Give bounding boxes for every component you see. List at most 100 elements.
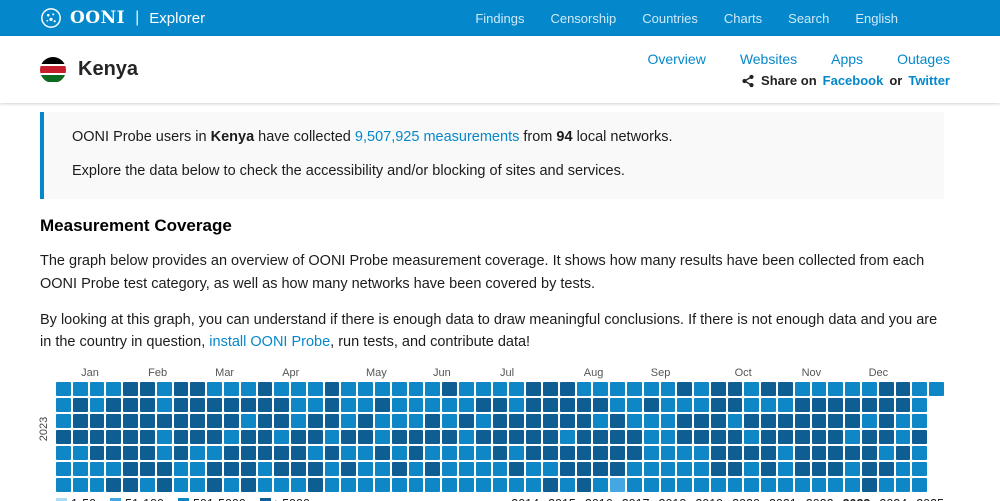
nav-link-countries[interactable]: Countries <box>642 11 698 26</box>
heatmap-cell <box>257 397 273 412</box>
heatmap-cell <box>862 477 877 492</box>
heatmap-cell <box>274 413 290 428</box>
heatmap-cell <box>509 397 525 412</box>
heatmap-cell <box>878 413 894 428</box>
tab-overview[interactable]: Overview <box>647 51 705 67</box>
heatmap-cell <box>459 429 474 444</box>
heatmap-cell <box>610 461 625 476</box>
year-2020[interactable]: 2020 <box>732 497 760 501</box>
coverage-paragraph-1: The graph below provides an overview of … <box>40 253 925 292</box>
heatmap-cell <box>626 381 642 396</box>
heatmap-cell <box>123 413 138 428</box>
heatmap-cell <box>106 445 122 460</box>
heatmap-cell <box>425 477 441 492</box>
heatmap-cell <box>828 413 844 428</box>
heatmap-cell <box>845 477 861 492</box>
nav-link-search[interactable]: Search <box>788 11 829 26</box>
heatmap-cell <box>442 477 458 492</box>
tab-websites[interactable]: Websites <box>740 51 797 67</box>
heatmap-cell <box>459 477 474 492</box>
heatmap-cell <box>761 461 777 476</box>
year-2021[interactable]: 2021 <box>769 497 797 501</box>
heatmap-cell <box>778 397 793 412</box>
summary-networks: 94 <box>556 129 573 145</box>
heatmap-cell <box>425 381 441 396</box>
ooni-octopus-logo-icon <box>41 8 61 28</box>
nav-link-censorship[interactable]: Censorship <box>550 11 616 26</box>
heatmap-cell <box>660 381 676 396</box>
year-2024[interactable]: 2024 <box>879 497 907 501</box>
heatmap-cell <box>895 445 911 460</box>
main-content: OONI Probe users in Kenya have collected… <box>0 112 1000 501</box>
install-ooni-probe-link[interactable]: install OONI Probe <box>209 334 330 350</box>
heatmap-cell <box>559 429 575 444</box>
heatmap-cell <box>341 477 357 492</box>
heatmap-cell <box>475 381 491 396</box>
year-2023[interactable]: 2023 <box>843 497 871 501</box>
heatmap-cell <box>862 445 877 460</box>
share-twitter-link[interactable]: Twitter <box>908 73 950 88</box>
heatmap-cell <box>408 429 424 444</box>
ooni-brand[interactable]: OONI | Explorer <box>40 7 205 29</box>
month-label-jun: Jun <box>432 366 451 379</box>
heatmap-cell <box>878 477 894 492</box>
heatmap-cell <box>727 477 743 492</box>
year-2022[interactable]: 2022 <box>806 497 834 501</box>
year-2015[interactable]: 2015 <box>548 497 576 501</box>
year-2014[interactable]: 2014 <box>511 497 539 501</box>
heatmap-cell <box>828 397 844 412</box>
heatmap-cell <box>391 429 407 444</box>
heatmap-cell <box>240 381 256 396</box>
heatmap-cell <box>358 477 374 492</box>
nav-link-english[interactable]: English <box>855 11 898 26</box>
heatmap-cell <box>123 381 138 396</box>
heatmap-cell <box>274 445 290 460</box>
month-axis: Jan Feb Mar Apr May Jun Jul Aug Sep Oct Nov Dec <box>56 367 944 382</box>
heatmap-cell <box>576 477 592 492</box>
nav-link-findings[interactable]: Findings <box>475 11 524 26</box>
coverage-grid <box>56 381 944 492</box>
tab-apps[interactable]: Apps <box>831 51 863 67</box>
heatmap-cell <box>475 413 491 428</box>
tab-outages[interactable]: Outages <box>897 51 950 67</box>
heatmap-cell <box>72 445 88 460</box>
heatmap-cell <box>778 413 793 428</box>
year-2016[interactable]: 2016 <box>585 497 613 501</box>
heatmap-cell <box>173 397 189 412</box>
heatmap-cell <box>156 477 172 492</box>
heatmap-cell <box>895 461 911 476</box>
heatmap-cell <box>291 477 306 492</box>
heatmap-cell <box>626 413 642 428</box>
heatmap-cell <box>375 381 390 396</box>
measurements-link[interactable]: 9,507,925 measurements <box>355 129 519 145</box>
heatmap-cell <box>610 477 625 492</box>
heatmap-cell <box>542 381 558 396</box>
heatmap-cell <box>291 397 306 412</box>
year-2019[interactable]: 2019 <box>695 497 723 501</box>
heatmap-cell <box>190 429 206 444</box>
heatmap-cell <box>845 397 861 412</box>
heatmap-cell <box>811 397 827 412</box>
heatmap-cell <box>291 461 306 476</box>
nav-link-charts[interactable]: Charts <box>724 11 762 26</box>
heatmap-cell <box>324 381 340 396</box>
heatmap-cell <box>240 397 256 412</box>
legend-item-150: 1-50 <box>56 497 96 501</box>
share-facebook-link[interactable]: Facebook <box>823 73 884 88</box>
heatmap-cell <box>794 413 810 428</box>
year-2018[interactable]: 2018 <box>659 497 687 501</box>
heatmap-cell <box>257 413 273 428</box>
heatmap-cell <box>307 445 323 460</box>
heatmap-cell <box>727 413 743 428</box>
heatmap-cell <box>727 445 743 460</box>
heatmap-cell <box>660 397 676 412</box>
heatmap-cell <box>576 413 592 428</box>
heatmap-cell <box>459 445 474 460</box>
heatmap-cell <box>341 413 357 428</box>
heatmap-cell <box>375 397 390 412</box>
year-2017[interactable]: 2017 <box>622 497 650 501</box>
heatmap-cell <box>811 477 827 492</box>
month-label-oct: Oct <box>734 366 752 379</box>
year-2025[interactable]: 2025 <box>916 497 944 501</box>
heatmap-cell <box>425 429 441 444</box>
